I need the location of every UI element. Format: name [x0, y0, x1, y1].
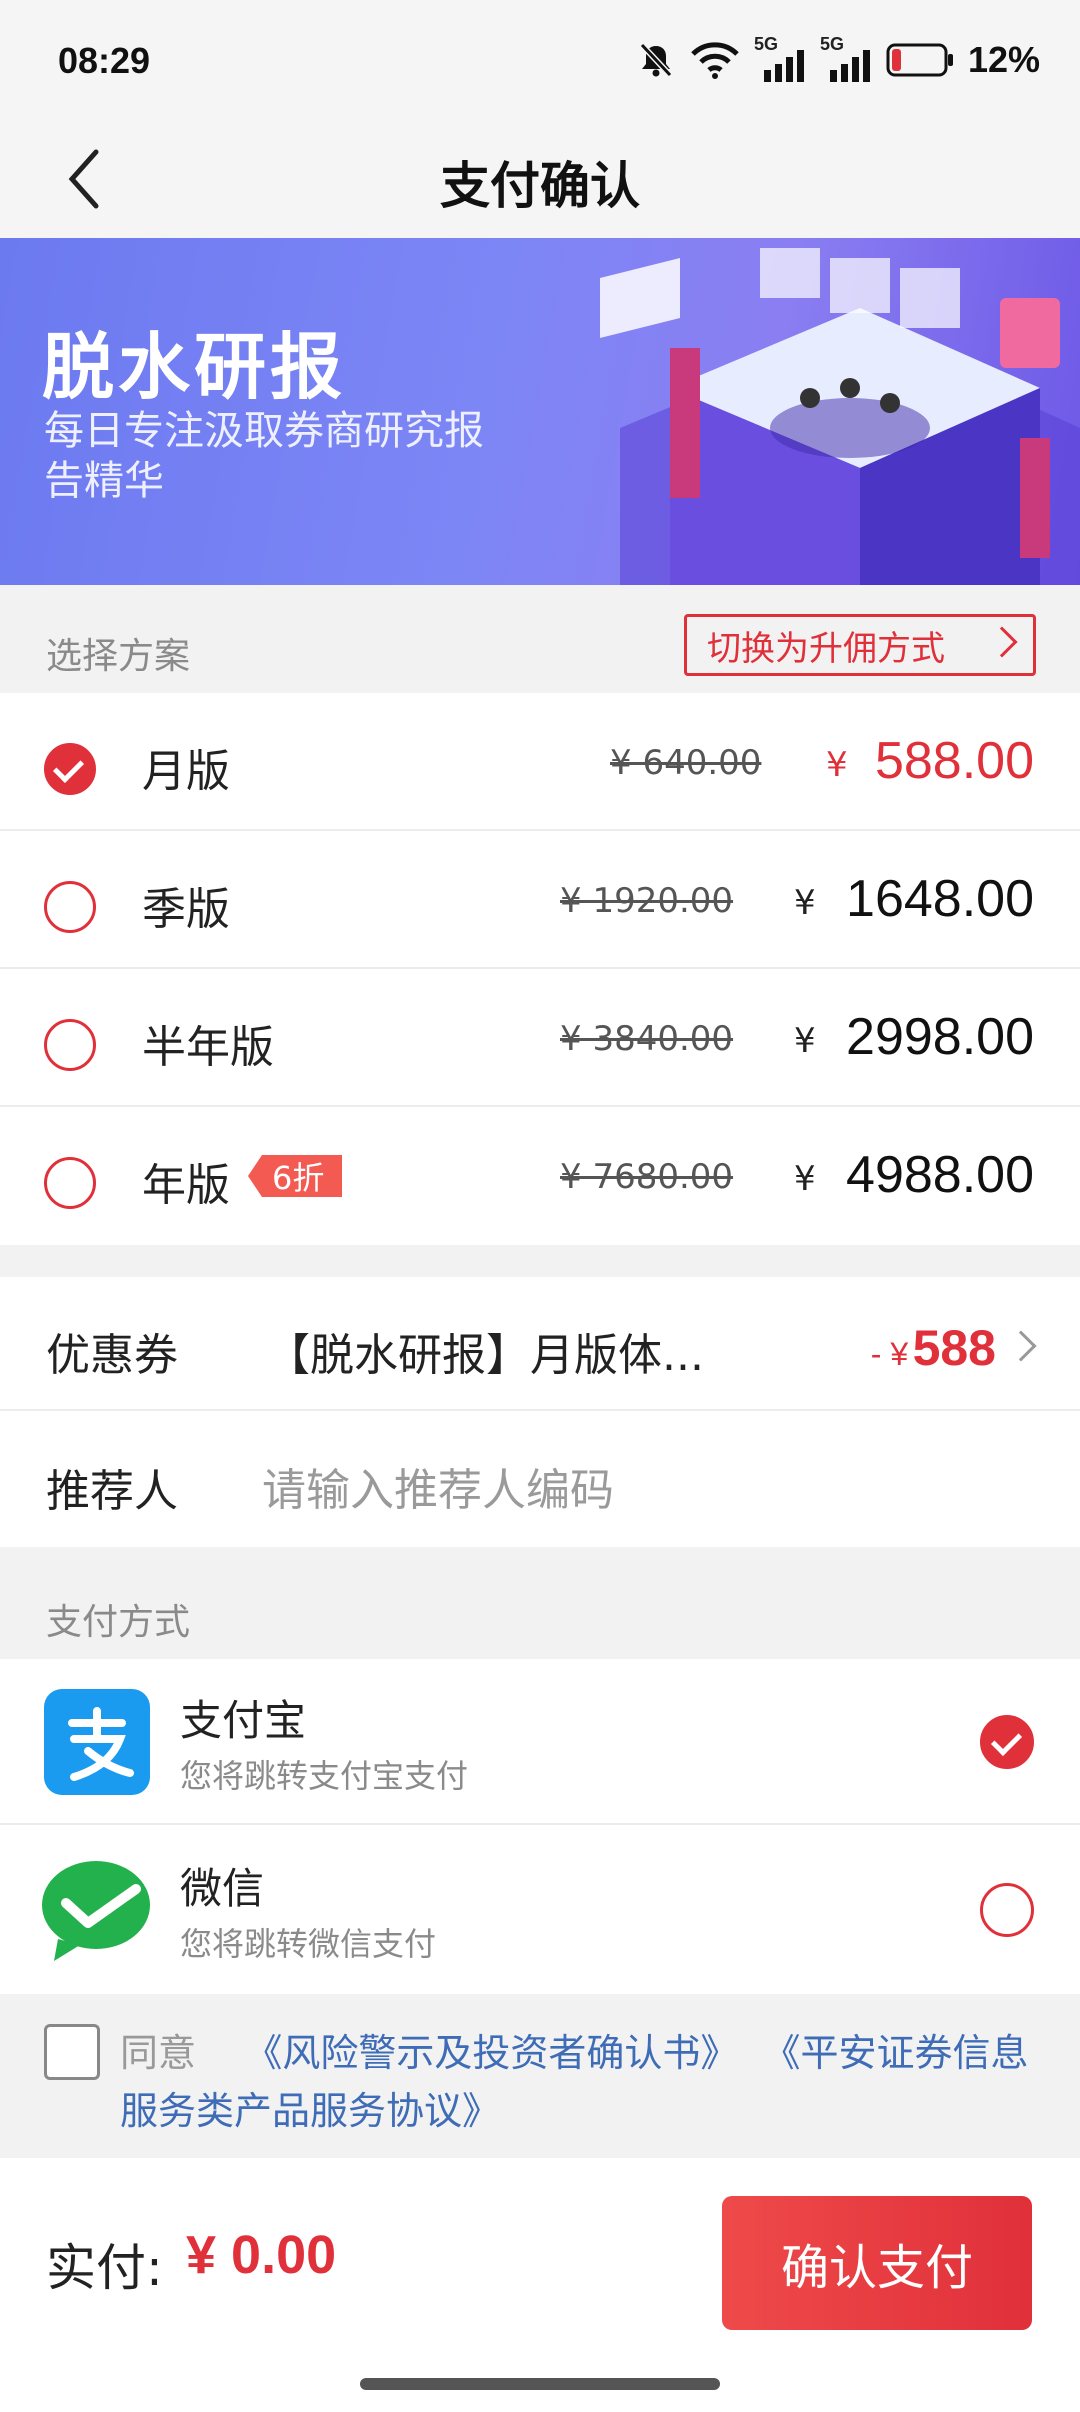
wechat-icon	[42, 1861, 150, 1961]
plan-currency: ¥	[794, 883, 816, 923]
coupon-amount: - ¥ 588	[871, 1319, 996, 1377]
actual-pay-label: 实付:	[46, 2239, 163, 2297]
payment-name: 微信	[180, 1864, 265, 1913]
page-title: 支付确认	[440, 157, 640, 215]
plan-price: 4988.00	[846, 1146, 1034, 1204]
radio-checked-icon[interactable]	[980, 1715, 1034, 1769]
checkout-bar: 实付: ¥ 0.00 确认支付	[0, 2158, 1080, 2412]
payment-section-header: 支付方式	[0, 1547, 1080, 1659]
plan-name: 季版	[142, 884, 230, 935]
plan-original-price: ¥ 3840.00	[560, 1019, 734, 1059]
risk-warning-link[interactable]: 《风险警示及投资者确认书》	[244, 2031, 738, 2075]
plan-price: 1648.00	[846, 870, 1034, 928]
payment-desc: 您将跳转微信支付	[180, 1925, 437, 1963]
banner-title: 脱水研报	[42, 325, 347, 409]
plan-currency: ¥	[794, 1159, 816, 1199]
plan-name: 半年版	[142, 1022, 274, 1073]
plan-price: 588.00	[874, 732, 1034, 790]
payment-option-wechat[interactable]: 微信 您将跳转微信支付	[0, 1827, 1080, 1993]
agree-prefix: 同意	[120, 2031, 197, 2075]
agreement-section: 同意 《风险警示及投资者确认书》 《平安证券信息服务类产品服务协议》	[0, 1994, 1080, 2158]
radio-unchecked-icon[interactable]	[44, 881, 96, 933]
signal-icon-2: 5G	[820, 34, 872, 82]
agree-checkbox[interactable]	[44, 2024, 100, 2080]
coupon-value: 【脱水研报】月版体...	[266, 1330, 704, 1381]
payment-option-alipay[interactable]: 支付宝 您将跳转支付宝支付	[0, 1659, 1080, 1825]
battery-icon	[886, 43, 953, 77]
agreement-text: 同意 《风险警示及投资者确认书》 《平安证券信息服务类产品服务协议》	[120, 2024, 1040, 2140]
referrer-label: 推荐人	[46, 1466, 178, 1517]
payment-section-label: 支付方式	[46, 1602, 191, 1643]
radio-unchecked-icon[interactable]	[44, 1157, 96, 1209]
plan-row-halfyear[interactable]: 半年版 ¥ 3840.00 ¥ 2998.00	[0, 969, 1080, 1107]
coupon-prefix: - ¥	[870, 1336, 909, 1372]
coupon-row[interactable]: 优惠券 【脱水研报】月版体... - ¥ 588	[0, 1277, 1080, 1411]
status-bar: 08:29 5G 5G 12%	[0, 0, 1080, 120]
plan-original-price: ¥ 1920.00	[560, 881, 734, 921]
plan-price: 2998.00	[846, 1008, 1034, 1066]
plan-original-price: ¥ 7680.00	[560, 1157, 734, 1197]
radio-checked-icon[interactable]	[44, 743, 96, 795]
plan-name: 年版	[142, 1160, 230, 1211]
nav-bar: 支付确认	[0, 120, 1080, 238]
radio-unchecked-icon[interactable]	[44, 1019, 96, 1071]
office-illustration	[600, 248, 1080, 585]
plan-row-monthly[interactable]: 月版 ¥ 640.00 ¥ 588.00	[0, 693, 1080, 831]
coupon-amount-value: 588	[912, 1320, 996, 1376]
plan-original-price: ¥ 640.00	[610, 743, 762, 783]
chevron-right-icon	[1005, 1330, 1037, 1362]
status-time: 08:29	[58, 40, 151, 81]
switch-commission-label: 切换为升佣方式	[707, 628, 945, 669]
signal-icon: 5G	[754, 34, 806, 82]
confirm-payment-button[interactable]: 确认支付	[722, 2196, 1032, 2330]
chevron-right-icon	[986, 626, 1018, 658]
home-indicator[interactable]	[360, 2378, 720, 2390]
promo-banner: 脱水研报 每日专注汲取券商研究报告精华	[0, 238, 1080, 585]
payment-name: 支付宝	[180, 1696, 307, 1745]
radio-unchecked-icon[interactable]	[980, 1883, 1034, 1937]
plan-section-label: 选择方案	[46, 636, 191, 677]
battery-percent: 12%	[967, 39, 1040, 80]
wifi-icon	[691, 42, 739, 79]
banner-subtitle: 每日专注汲取券商研究报告精华	[44, 408, 484, 504]
plan-currency: ¥	[826, 745, 848, 785]
mute-bell-icon	[639, 42, 673, 78]
section-divider	[0, 1245, 1080, 1277]
payment-desc: 您将跳转支付宝支付	[180, 1757, 469, 1795]
coupon-label: 优惠券	[46, 1330, 178, 1381]
plan-currency: ¥	[794, 1021, 816, 1061]
referrer-input[interactable]	[262, 1460, 962, 1520]
status-icons: 5G 5G 12%	[636, 34, 1040, 82]
plan-name: 月版	[142, 746, 230, 797]
plan-row-yearly[interactable]: 年版 ¥ 7680.00 ¥ 4988.00	[0, 1107, 1080, 1245]
switch-commission-button[interactable]: 切换为升佣方式	[684, 614, 1036, 676]
discount-badge: 6折	[248, 1155, 343, 1197]
alipay-icon	[44, 1689, 150, 1795]
plan-row-quarterly[interactable]: 季版 ¥ 1920.00 ¥ 1648.00	[0, 831, 1080, 969]
actual-pay-total: ¥ 0.00	[186, 2225, 337, 2285]
